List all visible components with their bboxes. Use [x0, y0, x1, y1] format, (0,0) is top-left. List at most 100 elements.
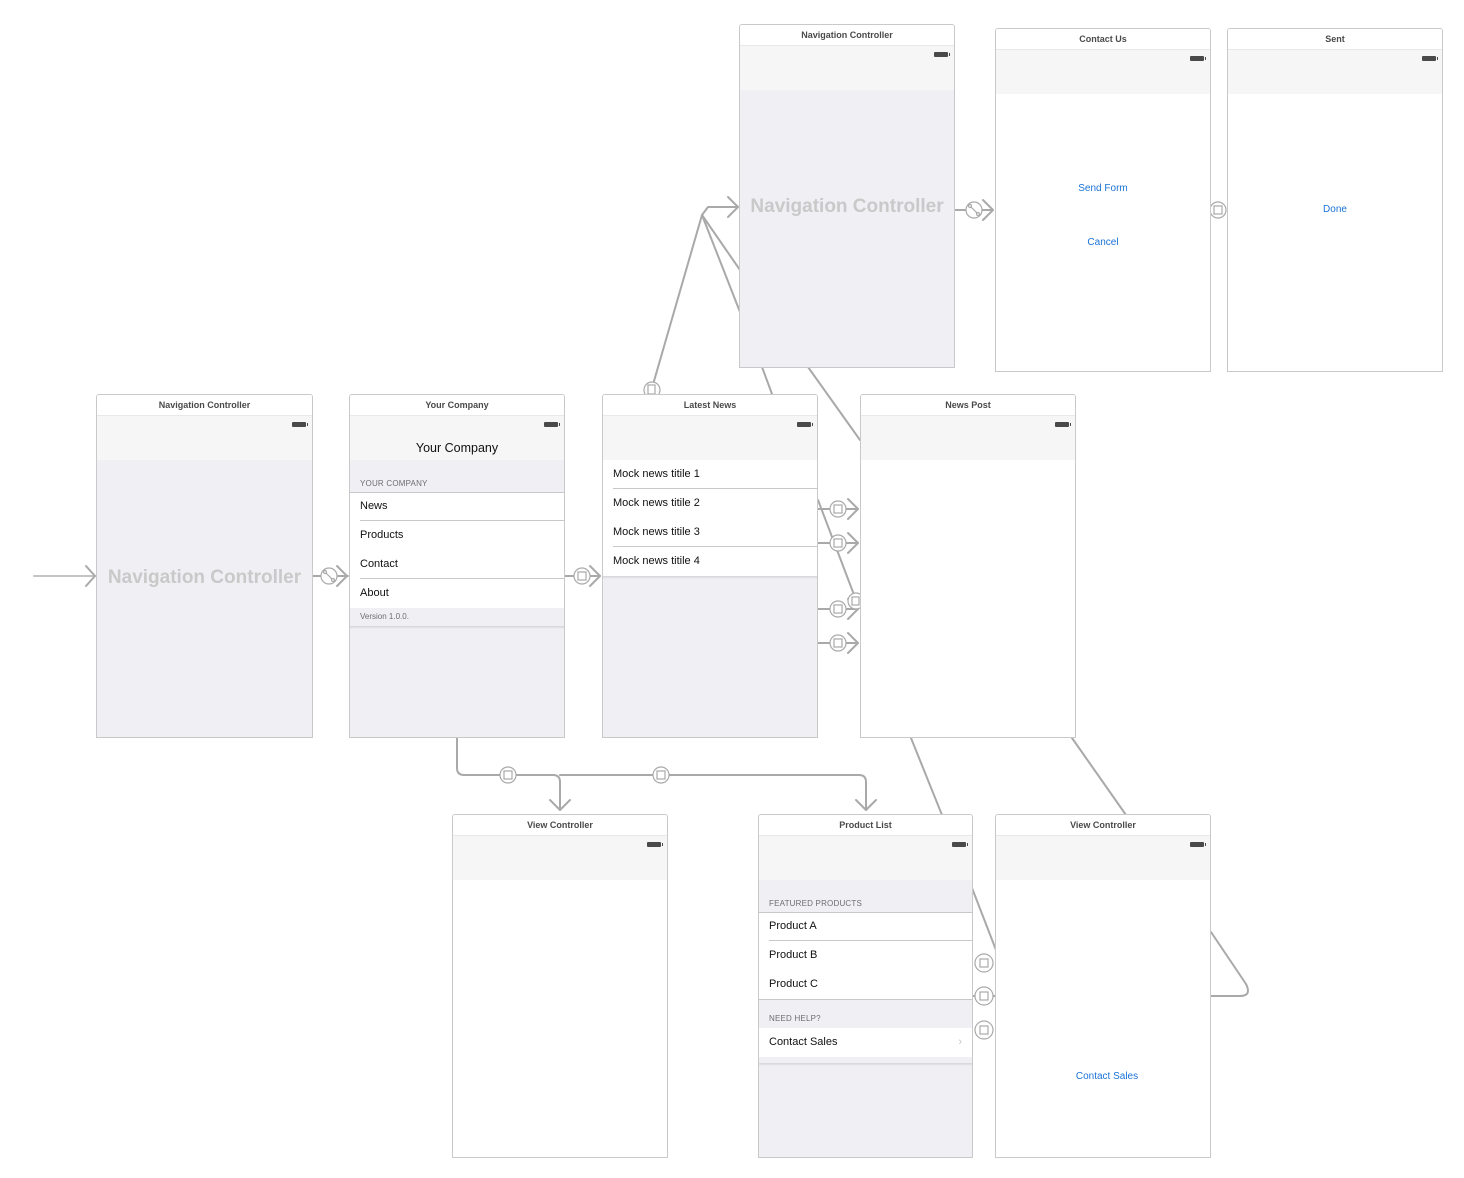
battery-icon — [647, 842, 663, 847]
table-shadow — [603, 576, 817, 579]
scene-view-controller-about[interactable]: View Controller — [452, 814, 668, 1158]
status-bar — [759, 836, 972, 856]
scene-body: Done — [1228, 94, 1442, 371]
battery-icon — [797, 422, 813, 427]
scene-body: Contact Sales — [996, 880, 1210, 1157]
status-bar — [1228, 50, 1442, 70]
show-segue-icon[interactable] — [499, 766, 517, 784]
show-segue-icon[interactable] — [829, 500, 847, 518]
show-segue-icon[interactable] — [974, 953, 994, 973]
placeholder-label: Navigation Controller — [750, 196, 944, 217]
navigation-bar — [996, 856, 1210, 881]
table-row-contact-sales[interactable]: Contact Sales › — [759, 1028, 972, 1057]
table-row-product-b[interactable]: Product B — [759, 941, 972, 970]
table-row-product-c[interactable]: Product C — [759, 970, 972, 999]
table-row-news-1[interactable]: Mock news titile 1 — [603, 460, 817, 489]
show-segue-icon[interactable] — [829, 534, 847, 552]
table-row-news-4[interactable]: Mock news titile 4 — [603, 547, 817, 576]
battery-icon — [544, 422, 560, 427]
show-segue-icon[interactable] — [829, 600, 847, 618]
table-shadow — [350, 626, 564, 629]
scene-your-company[interactable]: Your Company Your Company YOUR COMPANY N… — [349, 394, 565, 738]
table-row-news-3[interactable]: Mock news titile 3 — [603, 518, 817, 547]
show-segue-icon[interactable] — [974, 986, 994, 1006]
table-view: YOUR COMPANY News Products Contact About… — [350, 460, 564, 737]
status-bar — [97, 416, 312, 436]
scene-body: Navigation Controller — [97, 460, 312, 737]
table-view: FEATURED PRODUCTS Product A Product B Pr… — [759, 880, 972, 1157]
battery-icon — [934, 52, 950, 57]
scene-navigation-controller-contact[interactable]: Navigation Controller Navigation Control… — [739, 24, 955, 368]
status-bar — [603, 416, 817, 436]
scene-product-list[interactable]: Product List FEATURED PRODUCTS Product A… — [758, 814, 973, 1158]
placeholder-label: Navigation Controller — [107, 567, 302, 588]
navigation-bar — [759, 856, 972, 881]
scene-title: View Controller — [453, 815, 667, 836]
scene-view-controller-sales[interactable]: View Controller Contact Sales — [995, 814, 1211, 1158]
table-row-products[interactable]: Products — [350, 521, 564, 550]
scene-body: Navigation Controller — [740, 90, 954, 367]
navigation-bar — [740, 66, 954, 91]
scene-title: Sent — [1228, 29, 1442, 50]
show-segue-icon[interactable] — [573, 567, 591, 585]
row-label: Contact Sales — [769, 1036, 838, 1048]
status-bar — [861, 416, 1075, 436]
status-bar — [740, 46, 954, 66]
table-row-news-2[interactable]: Mock news titile 2 — [603, 489, 817, 518]
scene-latest-news[interactable]: Latest News Mock news titile 1 Mock news… — [602, 394, 818, 738]
section-header-help: NEED HELP? — [759, 999, 972, 1028]
battery-icon — [1422, 56, 1438, 61]
relationship-segue-icon[interactable] — [965, 201, 983, 219]
scene-body: Send Form Cancel — [996, 94, 1210, 371]
scene-title: Contact Us — [996, 29, 1210, 50]
table-row-news[interactable]: News — [350, 492, 564, 521]
show-segue-icon[interactable] — [652, 766, 670, 784]
battery-icon — [292, 422, 308, 427]
navigation-bar — [453, 856, 667, 881]
scene-title: Product List — [759, 815, 972, 836]
scene-news-post[interactable]: News Post — [860, 394, 1076, 738]
relationship-segue-icon[interactable] — [320, 567, 338, 585]
scene-title: Latest News — [603, 395, 817, 416]
segue-latest-news-to-contact-nav[interactable] — [651, 196, 741, 389]
scene-navigation-controller-main[interactable]: Navigation Controller Navigation Control… — [96, 394, 313, 738]
section-header-featured: FEATURED PRODUCTS — [759, 880, 972, 912]
show-segue-icon[interactable] — [829, 634, 847, 652]
navigation-bar — [97, 436, 312, 461]
navigation-bar — [603, 436, 817, 461]
scene-title: Navigation Controller — [97, 395, 312, 416]
battery-icon — [1190, 842, 1206, 847]
scene-title: Navigation Controller — [740, 25, 954, 46]
battery-icon — [1190, 56, 1206, 61]
segue-your-company-to-product-list[interactable] — [559, 774, 877, 811]
table-row-product-a[interactable]: Product A — [759, 912, 972, 941]
show-segue-icon[interactable] — [1209, 201, 1227, 219]
status-bar — [996, 50, 1210, 70]
scene-contact-us[interactable]: Contact Us Send Form Cancel — [995, 28, 1211, 372]
scene-sent[interactable]: Sent Done — [1227, 28, 1443, 372]
send-form-button[interactable]: Send Form — [996, 183, 1210, 194]
status-bar — [453, 836, 667, 856]
navigation-bar-title: Your Company — [350, 436, 564, 461]
battery-icon — [952, 842, 968, 847]
scene-title: News Post — [861, 395, 1075, 416]
table-shadow — [759, 1063, 972, 1066]
chevron-right-icon: › — [958, 1036, 962, 1048]
navigation-bar — [1228, 70, 1442, 95]
done-button[interactable]: Done — [1228, 204, 1442, 215]
version-footer: Version 1.0.0. — [350, 608, 564, 626]
table-row-contact[interactable]: Contact — [350, 550, 564, 579]
contact-sales-button[interactable]: Contact Sales — [1004, 1071, 1210, 1082]
status-bar — [996, 836, 1210, 856]
table-row-about[interactable]: About — [350, 579, 564, 608]
initial-view-controller-arrow — [33, 565, 96, 587]
scene-title: Your Company — [350, 395, 564, 416]
section-header: YOUR COMPANY — [350, 460, 564, 492]
cancel-button[interactable]: Cancel — [996, 237, 1210, 248]
table-view: Mock news titile 1 Mock news titile 2 Mo… — [603, 460, 817, 737]
show-segue-icon[interactable] — [974, 1020, 994, 1040]
battery-icon — [1055, 422, 1071, 427]
scene-body — [453, 880, 667, 1157]
scene-title: View Controller — [996, 815, 1210, 836]
navigation-bar — [861, 436, 1075, 461]
